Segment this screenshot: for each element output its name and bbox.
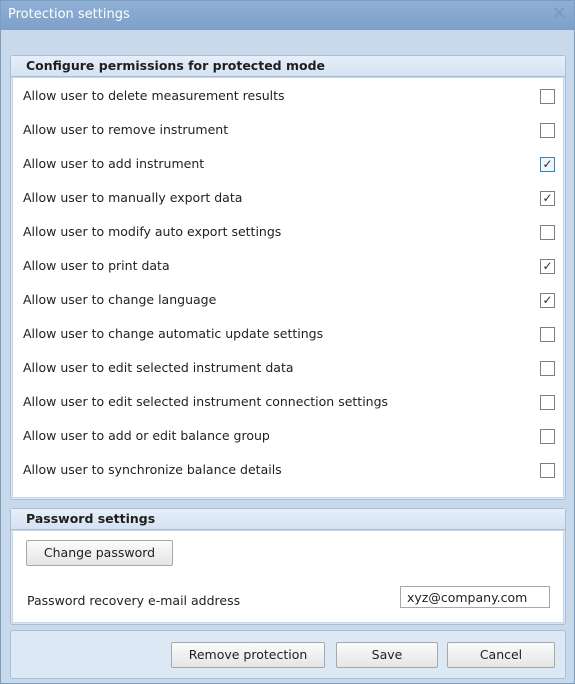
permission-label: Allow user to modify auto export setting… — [23, 224, 282, 239]
permission-checkbox[interactable]: ✓ — [540, 157, 555, 172]
permission-checkbox[interactable]: ✓ — [540, 259, 555, 274]
permission-row: Allow user to print data ✓ — [13, 250, 563, 284]
permission-row: Allow user to manually export data ✓ — [13, 182, 563, 216]
permission-checkbox[interactable] — [540, 463, 555, 478]
permission-row: Allow user to change language ✓ — [13, 284, 563, 318]
permission-row: Allow user to add or edit balance group — [13, 420, 563, 454]
permission-row: Allow user to edit selected instrument d… — [13, 352, 563, 386]
permission-row: Allow user to modify auto export setting… — [13, 216, 563, 250]
permission-label: Allow user to edit selected instrument d… — [23, 360, 294, 375]
permission-checkbox[interactable] — [540, 225, 555, 240]
permission-checkbox[interactable]: ✓ — [540, 191, 555, 206]
permissions-header: Configure permissions for protected mode — [11, 56, 565, 77]
password-panel: Password settings Change password Passwo… — [10, 508, 566, 625]
change-password-button[interactable]: Change password — [26, 540, 173, 566]
permission-checkbox[interactable] — [540, 429, 555, 444]
permission-label: Allow user to change language — [23, 292, 217, 307]
dialog-title: Protection settings — [8, 7, 130, 22]
permission-row: Allow user to change automatic update se… — [13, 318, 563, 352]
save-button[interactable]: Save — [336, 642, 438, 668]
permission-checkbox[interactable] — [540, 89, 555, 104]
cancel-button[interactable]: Cancel — [447, 642, 555, 668]
permission-checkbox[interactable]: ✓ — [540, 293, 555, 308]
permission-label: Allow user to print data — [23, 258, 170, 273]
close-icon[interactable]: ✕ — [548, 3, 570, 25]
permission-checkbox[interactable] — [540, 327, 555, 342]
permission-row: Allow user to delete measurement results — [13, 80, 563, 114]
permissions-list: Allow user to delete measurement results… — [12, 77, 564, 498]
permission-row: Allow user to remove instrument — [13, 114, 563, 148]
permission-row: Allow user to add instrument ✓ — [13, 148, 563, 182]
permission-label: Allow user to edit selected instrument c… — [23, 394, 389, 409]
permission-row: Allow user to synchronize balance detail… — [13, 454, 563, 488]
recovery-email-input[interactable] — [400, 586, 550, 608]
permission-label: Allow user to add or edit balance group — [23, 428, 270, 443]
permission-label: Allow user to remove instrument — [23, 122, 229, 137]
recovery-email-label: Password recovery e-mail address — [27, 593, 241, 608]
password-header: Password settings — [11, 509, 565, 530]
permissions-panel: Configure permissions for protected mode… — [10, 55, 566, 500]
protection-settings-dialog: Protection settings ✕ Configure permissi… — [0, 0, 575, 684]
permission-row: Allow user to edit selected instrument c… — [13, 386, 563, 420]
permission-label: Allow user to add instrument — [23, 156, 205, 171]
footer-panel: Remove protection Save Cancel — [10, 630, 566, 679]
remove-protection-button[interactable]: Remove protection — [171, 642, 325, 668]
password-body: Change password Password recovery e-mail… — [12, 530, 564, 623]
permission-checkbox[interactable] — [540, 395, 555, 410]
permission-checkbox[interactable] — [540, 361, 555, 376]
permission-label: Allow user to synchronize balance detail… — [23, 462, 282, 477]
permission-label: Allow user to change automatic update se… — [23, 326, 324, 341]
permission-checkbox[interactable] — [540, 123, 555, 138]
title-bar[interactable]: Protection settings ✕ — [1, 1, 574, 30]
permission-label: Allow user to manually export data — [23, 190, 243, 205]
permission-label: Allow user to delete measurement results — [23, 88, 285, 103]
